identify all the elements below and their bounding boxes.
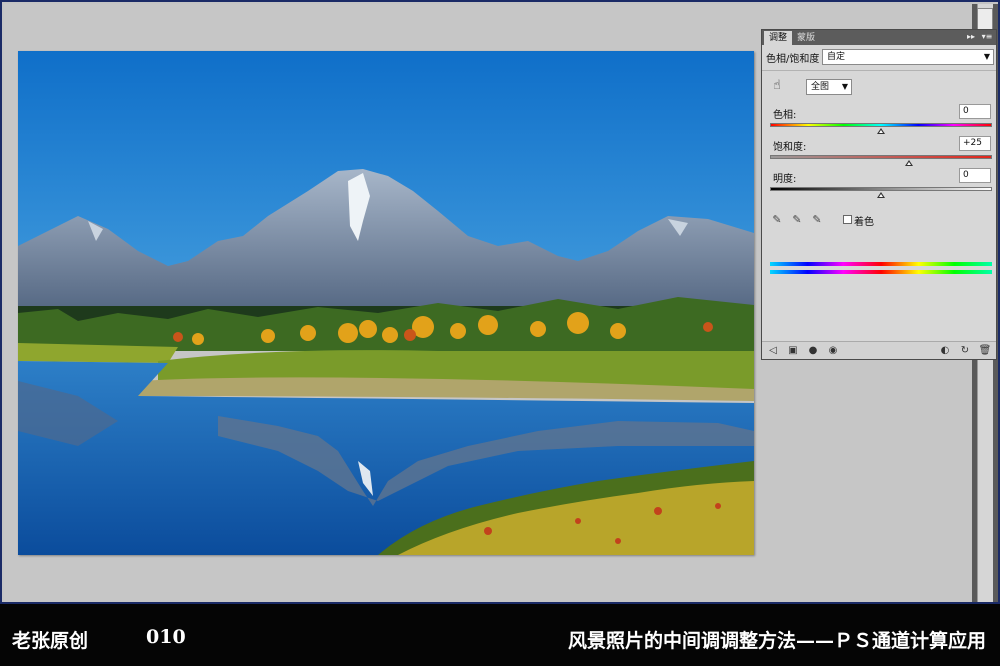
preset-dropdown[interactable]: 自定 ▼ <box>822 49 994 65</box>
eyedropper-minus-icon[interactable]: ✎ <box>810 213 824 227</box>
episode-number: 010 <box>146 626 186 648</box>
caption-title: 风景照片的中间调调整方法——ＰＳ通道计算应用 <box>567 630 986 652</box>
chevron-down-icon: ▼ <box>983 52 990 61</box>
channel-value: 全图 <box>811 82 830 92</box>
panel-menu-icon[interactable]: ▾≡ <box>980 31 994 43</box>
channel-dropdown[interactable]: 全图 ▼ <box>806 79 852 95</box>
back-arrow-icon[interactable]: ◁ <box>766 344 780 358</box>
visibility-eye-icon[interactable]: ◉ <box>826 344 840 358</box>
adjustments-panel: 调整 蒙版 ▸▸ ▾≡ 色相/饱和度 自定 ▼ ☝ 全图 ▼ 色相: 0 饱和度… <box>761 29 997 360</box>
caption-bar: 老张原创 010 风景照片的中间调调整方法——ＰＳ通道计算应用 <box>0 604 1000 666</box>
lightness-slider-thumb[interactable] <box>877 192 885 198</box>
colorize-label: 着色 <box>854 217 874 228</box>
author-label: 老张原创 <box>12 630 89 652</box>
hue-label: 色相: <box>773 110 797 121</box>
trash-icon[interactable]: 🗑 <box>978 344 992 358</box>
divider <box>762 70 996 71</box>
landscape-photo[interactable] <box>18 51 754 555</box>
hue-slider-track[interactable] <box>770 123 992 127</box>
saturation-slider-thumb[interactable] <box>904 160 913 166</box>
photoshop-window: 调整 蒙版 ▸▸ ▾≡ 色相/饱和度 自定 ▼ ☝ 全图 ▼ 色相: 0 饱和度… <box>0 0 1000 604</box>
saturation-slider-track[interactable] <box>770 155 992 159</box>
saturation-label: 饱和度: <box>773 142 807 153</box>
eyedropper-icon[interactable]: ✎ <box>770 213 784 227</box>
lightness-label: 明度: <box>773 174 797 185</box>
view-previous-icon[interactable]: ◐ <box>938 344 952 358</box>
collapse-icon[interactable]: ▸▸ <box>964 31 978 43</box>
preset-value: 自定 <box>827 52 846 62</box>
targeted-adjustment-hand-icon[interactable]: ☝ <box>769 78 785 94</box>
panel-footer: ◁ ▣ ● ◉ ◐ ↻ 🗑 <box>762 341 996 359</box>
saturation-input[interactable]: +25 <box>959 136 991 151</box>
eyedropper-plus-icon[interactable]: ✎ <box>790 213 804 227</box>
colorize-checkbox[interactable] <box>843 215 852 224</box>
reset-icon[interactable]: ↻ <box>958 344 972 358</box>
hue-slider-thumb[interactable] <box>877 128 885 134</box>
lightness-slider-track[interactable] <box>770 187 992 191</box>
clip-to-layer-icon[interactable]: ● <box>806 344 820 358</box>
color-spectrum-bottom <box>770 270 992 274</box>
lightness-input[interactable]: 0 <box>959 168 991 183</box>
tab-adjustments[interactable]: 调整 <box>764 31 793 45</box>
preset-label: 色相/饱和度 <box>766 54 820 65</box>
preset-row: 色相/饱和度 自定 ▼ <box>766 49 994 65</box>
chevron-down-icon: ▼ <box>841 82 848 91</box>
hue-input[interactable]: 0 <box>959 104 991 119</box>
landscape-image <box>18 51 754 555</box>
tab-masks[interactable]: 蒙版 <box>792 31 820 45</box>
scroll-thumb[interactable] <box>977 8 993 30</box>
color-spectrum-top <box>770 262 992 266</box>
expand-view-icon[interactable]: ▣ <box>786 344 800 358</box>
panel-tab-bar: 调整 蒙版 ▸▸ ▾≡ <box>762 30 996 45</box>
